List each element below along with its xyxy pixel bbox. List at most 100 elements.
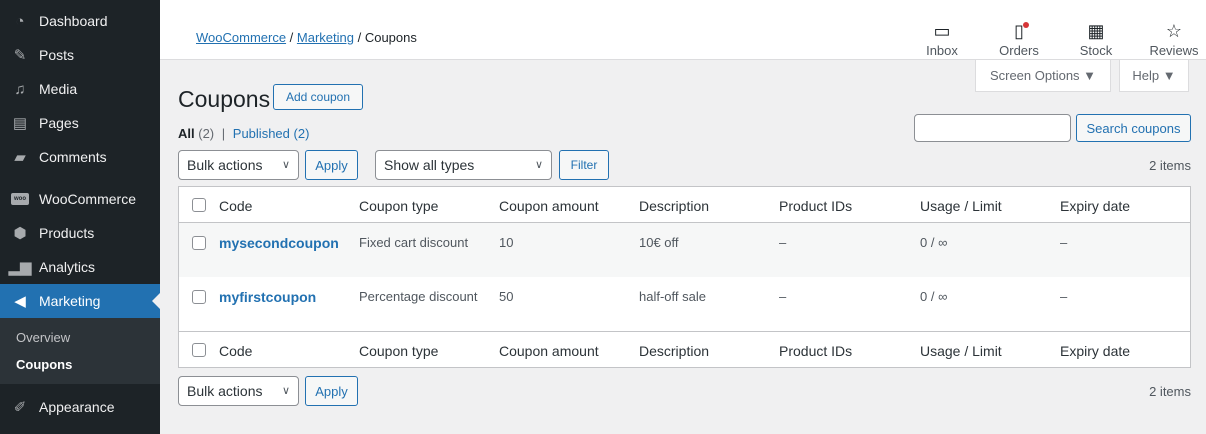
coupon-amount: 50	[499, 289, 514, 304]
woocommerce-icon: woo	[10, 189, 30, 209]
dashboard-icon: ◔	[15, 12, 25, 30]
breadcrumb-current: Coupons	[364, 30, 417, 45]
coupon-code-link[interactable]: myfirstcoupon	[219, 289, 316, 305]
activity-orders-button[interactable]: ▯ Orders	[989, 20, 1049, 58]
woocommerce-icon-text: woo	[11, 193, 29, 205]
column-header-type[interactable]: Coupon type	[359, 198, 438, 214]
submenu-item-coupons[interactable]: Coupons	[0, 351, 160, 378]
breadcrumb-woocommerce-link[interactable]: WooCommerce	[196, 30, 286, 45]
table-header-row: Code Coupon type Coupon amount Descripti…	[179, 187, 1190, 223]
box-icon: ⬢	[13, 225, 27, 242]
sidebar-item-label: Analytics	[39, 259, 96, 275]
breadcrumb: WooCommerce / Marketing / Coupons	[196, 30, 417, 45]
notification-dot	[1023, 22, 1029, 28]
filter-published-count: (2)	[293, 126, 310, 141]
sidebar-item-pages[interactable]: ▤ Pages	[0, 106, 160, 140]
select-all-checkbox[interactable]	[192, 343, 206, 357]
bulk-actions-select[interactable]: Bulk actions ∨	[178, 150, 299, 180]
inbox-icon: ▭	[933, 21, 951, 41]
column-footer-description[interactable]: Description	[639, 343, 709, 359]
filter-all-label: All	[178, 126, 195, 141]
column-header-description[interactable]: Description	[639, 198, 709, 214]
table-row: myfirstcoupon Percentage discount 50 hal…	[179, 277, 1190, 331]
sidebar-item-analytics[interactable]: ▂▆ Analytics	[0, 250, 160, 284]
column-footer-product-ids[interactable]: Product IDs	[779, 343, 852, 359]
filter-button[interactable]: Filter	[559, 150, 609, 180]
apply-button-bottom[interactable]: Apply	[305, 376, 358, 406]
sidebar-item-woocommerce[interactable]: woo WooCommerce	[0, 182, 160, 216]
chevron-down-icon: ∨	[281, 159, 290, 171]
sidebar-item-products[interactable]: ⬢ Products	[0, 216, 160, 250]
row-checkbox[interactable]	[192, 236, 206, 250]
bulk-actions-value: Bulk actions	[187, 157, 263, 173]
activity-label: Stock	[1079, 43, 1113, 58]
sidebar-item-comments[interactable]: ▰ Comments	[0, 140, 160, 174]
activity-reviews-button[interactable]: ☆ Reviews	[1144, 20, 1204, 58]
column-header-usage[interactable]: Usage / Limit	[920, 198, 1002, 214]
sidebar-item-label: Media	[39, 81, 78, 97]
sidebar-item-marketing[interactable]: ◀ Marketing	[0, 284, 160, 318]
bulk-actions-select-bottom[interactable]: Bulk actions ∨	[178, 376, 299, 406]
column-footer-usage[interactable]: Usage / Limit	[920, 343, 1002, 359]
brush-icon: ✐	[13, 399, 27, 416]
search-coupons-input[interactable]	[914, 114, 1071, 142]
activity-stock-button[interactable]: ▦ Stock	[1066, 20, 1126, 58]
sidebar-item-label: Posts	[39, 47, 75, 63]
column-footer-expiry[interactable]: Expiry date	[1060, 343, 1130, 359]
coupon-product-ids: –	[779, 289, 787, 304]
pin-icon: ✎	[13, 47, 27, 64]
sidebar-item-dashboard[interactable]: ◔ Dashboard	[0, 4, 160, 38]
add-coupon-button[interactable]: Add coupon	[273, 84, 363, 110]
apply-button[interactable]: Apply	[305, 150, 358, 180]
bar-chart-icon: ▂▆	[8, 259, 32, 276]
coupon-product-ids: –	[779, 235, 787, 250]
column-header-product-ids[interactable]: Product IDs	[779, 198, 852, 214]
chevron-down-icon: ∨	[281, 385, 290, 397]
submenu-item-overview[interactable]: Overview	[0, 324, 160, 351]
activity-label: Reviews	[1149, 43, 1199, 58]
column-footer-amount[interactable]: Coupon amount	[499, 343, 599, 359]
woocommerce-header: WooCommerce / Marketing / Coupons ▭ Inbo…	[160, 0, 1206, 60]
select-all-checkbox[interactable]	[192, 198, 206, 212]
activity-inbox-button[interactable]: ▭ Inbox	[912, 20, 972, 58]
sidebar-item-label: Products	[39, 225, 95, 241]
column-footer-type[interactable]: Coupon type	[359, 343, 438, 359]
coupon-amount: 10	[499, 235, 514, 250]
coupon-usage: 0 / ∞	[920, 235, 948, 250]
coupon-type-select[interactable]: Show all types ∨	[375, 150, 552, 180]
items-count-bottom: 2 items	[1149, 384, 1191, 399]
chevron-down-icon: ∨	[534, 159, 543, 171]
coupon-expiry: –	[1060, 289, 1068, 304]
table-row: mysecondcoupon Fixed cart discount 10 10…	[179, 223, 1190, 277]
breadcrumb-marketing-link[interactable]: Marketing	[297, 30, 354, 45]
items-count: 2 items	[1149, 158, 1191, 173]
coupon-type: Fixed cart discount	[359, 235, 469, 250]
coupon-code-link[interactable]: mysecondcoupon	[219, 235, 339, 251]
coupon-expiry: –	[1060, 235, 1068, 250]
megaphone-icon: ◀	[14, 293, 26, 310]
breadcrumb-separator: /	[353, 30, 365, 45]
star-icon: ☆	[1165, 21, 1183, 41]
sidebar-item-posts[interactable]: ✎ Posts	[0, 38, 160, 72]
page-title: Coupons	[178, 86, 271, 112]
coupon-description: half-off sale	[639, 289, 706, 304]
column-footer-code[interactable]: Code	[219, 343, 252, 359]
column-header-code[interactable]: Code	[219, 198, 252, 214]
activity-label: Inbox	[926, 43, 958, 58]
sidebar-item-appearance[interactable]: ✐ Appearance	[0, 390, 160, 424]
screen-options-button[interactable]: Screen Options ▼	[975, 60, 1111, 92]
column-header-expiry[interactable]: Expiry date	[1060, 198, 1130, 214]
coupon-description: 10€ off	[639, 235, 679, 250]
media-icon: ♫	[14, 80, 26, 98]
status-filter-links: All (2) | Published (2)	[178, 126, 309, 141]
filter-published-link[interactable]: Published (2)	[233, 126, 310, 141]
column-header-amount[interactable]: Coupon amount	[499, 198, 599, 214]
filter-all-count: (2)	[198, 126, 215, 141]
coupon-type-value: Show all types	[384, 157, 475, 173]
row-checkbox[interactable]	[192, 290, 206, 304]
sidebar-item-label: WooCommerce	[39, 191, 136, 207]
search-coupons-button[interactable]: Search coupons	[1076, 114, 1191, 142]
filter-all-link[interactable]: All (2)	[178, 126, 214, 141]
help-button[interactable]: Help ▼	[1119, 60, 1189, 92]
sidebar-item-media[interactable]: ♫ Media	[0, 72, 160, 106]
